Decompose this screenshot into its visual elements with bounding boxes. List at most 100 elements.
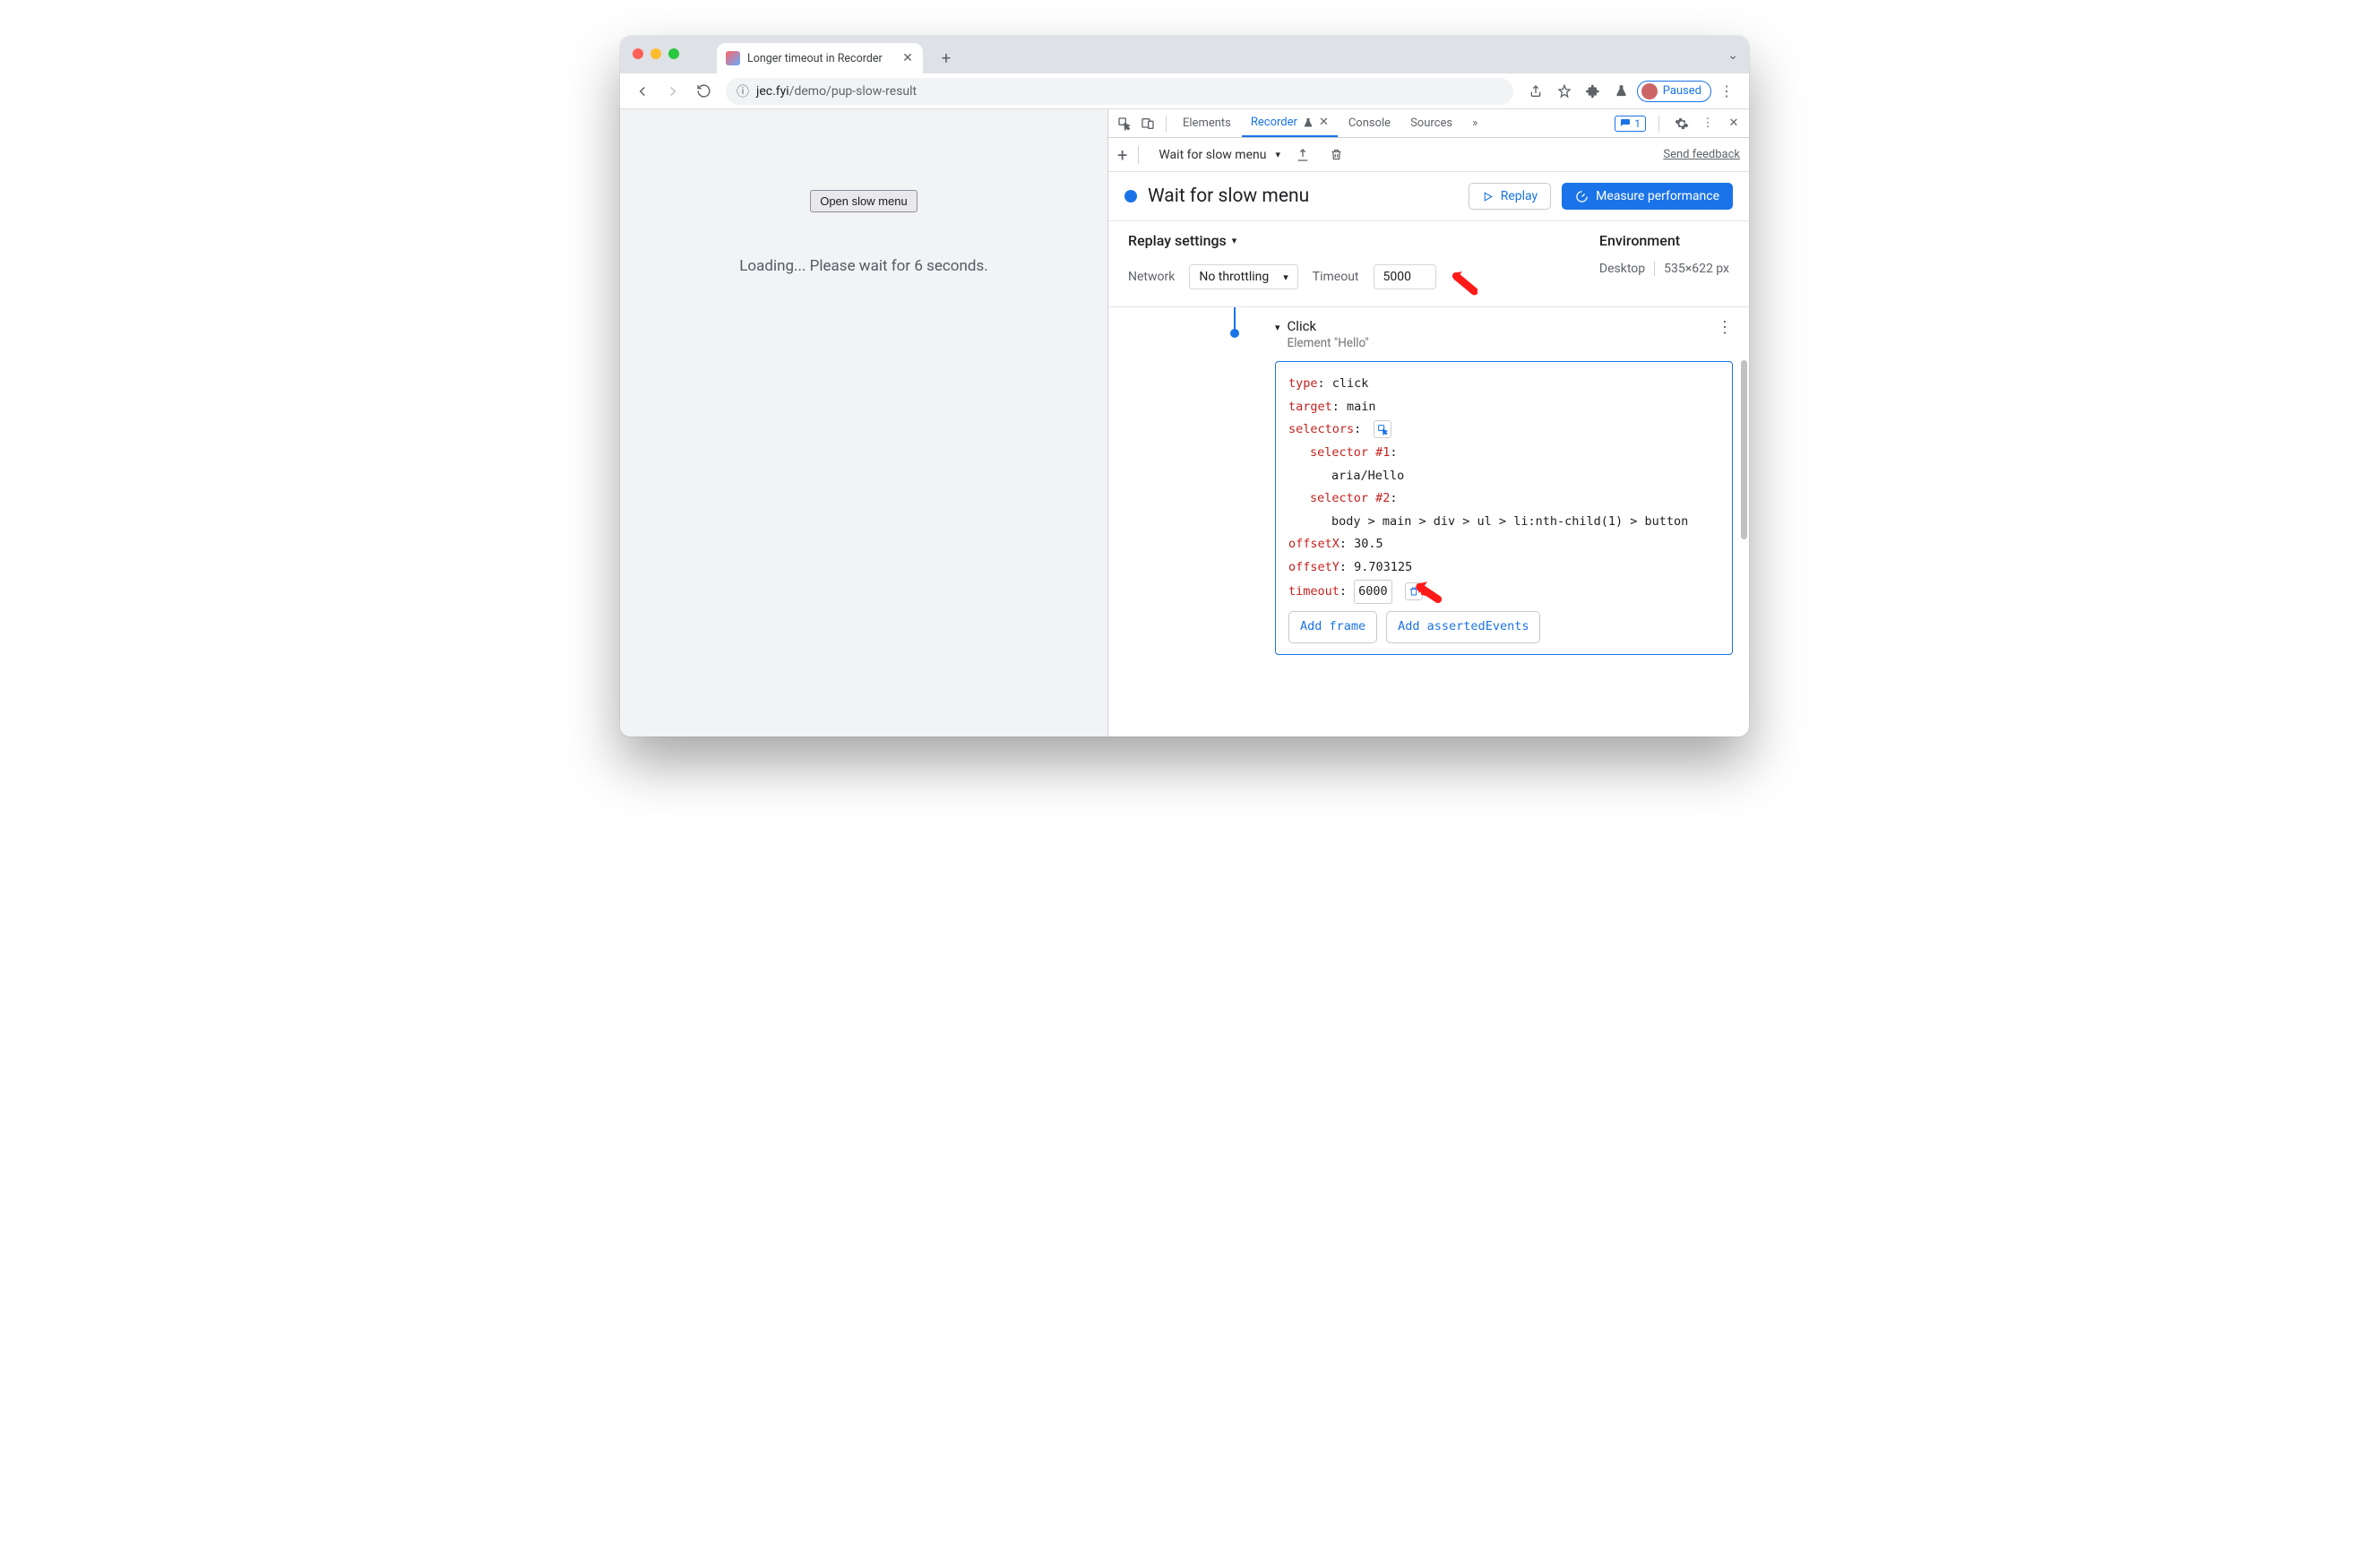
window-minimize-icon[interactable] [650,48,661,59]
extensions-icon[interactable] [1580,78,1607,105]
scrollbar-thumb[interactable] [1741,360,1747,539]
issue-icon [1620,118,1631,129]
inspect-icon[interactable] [1114,110,1135,137]
add-selector-button[interactable] [1374,420,1391,438]
window-zoom-icon[interactable] [668,48,679,59]
tab-strip: Longer timeout in Recorder ✕ + ⌄ [620,36,1749,73]
bookmark-icon[interactable] [1551,78,1578,105]
tab-recorder[interactable]: Recorder ✕ [1242,109,1338,137]
devtools-close-icon[interactable]: ✕ [1724,110,1744,137]
devtools-tabbar: Elements Recorder ✕ Console Sources » 1 [1108,109,1749,138]
send-feedback-link[interactable]: Send feedback [1663,148,1740,161]
step-timeout-input[interactable]: 6000 [1354,580,1392,605]
recorder-header: Wait for slow menu Replay Measure perfor… [1108,172,1749,221]
devtools-settings-icon[interactable] [1672,110,1692,137]
tab-sources[interactable]: Sources [1401,109,1461,137]
window-close-icon[interactable] [633,48,643,59]
chrome-menu-icon[interactable]: ⋮ [1713,78,1740,105]
loading-text: Loading... Please wait for 6 seconds. [739,257,987,275]
tab-close-icon[interactable]: ✕ [1319,116,1329,129]
prop-value[interactable]: 30.5 [1354,537,1383,551]
labs-icon[interactable] [1608,78,1635,105]
timeline-dot-icon [1230,329,1239,338]
add-frame-button[interactable]: Add frame [1288,611,1377,643]
replay-settings-section: Replay settings ▾ Network No throttling … [1108,221,1749,307]
delete-timeout-button[interactable] [1405,582,1423,600]
profile-paused-chip[interactable]: Paused [1637,81,1711,102]
favicon-icon [726,51,740,65]
delete-icon[interactable] [1325,142,1348,168]
issues-chip[interactable]: 1 [1615,116,1646,132]
new-recording-button[interactable]: + [1117,144,1127,166]
recorder-toolbar: + Wait for slow menu ▾ Send feedback [1108,138,1749,172]
caret-down-icon: ▾ [1275,322,1280,333]
prop-value[interactable]: click [1332,376,1369,391]
selector-value[interactable]: body > main > div > ul > li:nth-child(1)… [1331,514,1688,529]
tabs-overflow-icon[interactable]: » [1463,109,1486,137]
share-icon[interactable] [1522,78,1549,105]
prop-value[interactable]: 9.703125 [1354,560,1412,574]
open-slow-menu-button[interactable]: Open slow menu [810,190,917,212]
devtools-menu-icon[interactable]: ⋮ [1699,110,1717,137]
prop-key: offsetX [1288,537,1340,551]
timeline-line [1234,307,1236,331]
caret-down-icon: ▾ [1232,235,1237,246]
prop-key: selector #1 [1310,445,1390,460]
address-bar[interactable]: ⓘ jec.fyi/demo/pup-slow-result [726,78,1513,105]
recording-selector[interactable]: Wait for slow menu ▾ [1159,148,1280,162]
steps-area: ▾ Click Element "Hello" ⋮ type: click ta… [1108,307,1749,737]
timeout-input[interactable]: 5000 [1374,264,1436,289]
prop-key: selectors [1288,422,1354,436]
step-header[interactable]: ▾ Click Element "Hello" ⋮ [1275,318,1733,350]
prop-key: offsetY [1288,560,1340,574]
devtools-panel: Elements Recorder ✕ Console Sources » 1 [1108,109,1749,737]
network-throttling-select[interactable]: No throttling ▾ [1189,264,1297,289]
replay-settings-header[interactable]: Replay settings ▾ [1128,232,1564,249]
browser-window: Longer timeout in Recorder ✕ + ⌄ ⓘ jec.f… [620,36,1749,737]
site-info-icon[interactable]: ⓘ [737,82,749,100]
step-title: Click [1288,318,1317,334]
paused-label: Paused [1663,84,1701,98]
tab-console[interactable]: Console [1340,109,1400,137]
url-text: jec.fyi/demo/pup-slow-result [756,84,917,99]
traffic-lights [633,48,679,59]
prop-key: type [1288,376,1318,391]
new-tab-button[interactable]: + [934,46,959,71]
environment-header: Environment [1599,232,1729,249]
prop-key: target [1288,400,1332,414]
replay-button[interactable]: Replay [1469,183,1551,210]
step-subtitle: Element "Hello" [1288,336,1369,350]
avatar-icon [1641,83,1658,99]
browser-tab[interactable]: Longer timeout in Recorder ✕ [717,43,923,73]
tab-elements[interactable]: Elements [1174,109,1240,137]
nav-reload-button[interactable] [690,78,717,105]
tab-close-icon[interactable]: ✕ [901,52,914,65]
browser-toolbar: ⓘ jec.fyi/demo/pup-slow-result Paused ⋮ [620,73,1749,109]
prop-key: selector #2 [1310,491,1390,505]
tabstrip-chevron-icon[interactable]: ⌄ [1727,48,1738,63]
prop-key: timeout [1288,584,1340,599]
nav-forward-button [659,78,686,105]
chevron-down-icon: ▾ [1283,271,1288,283]
device-toggle-icon[interactable] [1137,110,1159,137]
add-asserted-events-button[interactable]: Add assertedEvents [1386,611,1540,643]
annotation-arrow-icon [1447,267,1477,297]
prop-value[interactable]: main [1347,400,1376,414]
step-editor: type: click target: main selectors: sele… [1275,361,1733,655]
content-area: Open slow menu Loading... Please wait fo… [620,109,1749,737]
env-device: Desktop [1599,262,1645,276]
nav-back-button[interactable] [629,78,656,105]
timeout-label: Timeout [1313,270,1359,284]
tab-title: Longer timeout in Recorder [747,52,883,65]
export-icon[interactable] [1291,142,1314,168]
recording-title: Wait for slow menu [1148,185,1458,207]
env-dimensions: 535×622 px [1664,262,1729,276]
recording-status-icon [1124,190,1137,202]
chevron-down-icon: ▾ [1275,149,1280,160]
measure-performance-button[interactable]: Measure performance [1562,183,1733,210]
step-menu-icon[interactable]: ⋮ [1717,318,1733,337]
gauge-icon [1575,190,1589,203]
selector-value[interactable]: aria/Hello [1331,469,1404,483]
page-viewport: Open slow menu Loading... Please wait fo… [620,109,1108,737]
play-icon [1482,191,1494,202]
